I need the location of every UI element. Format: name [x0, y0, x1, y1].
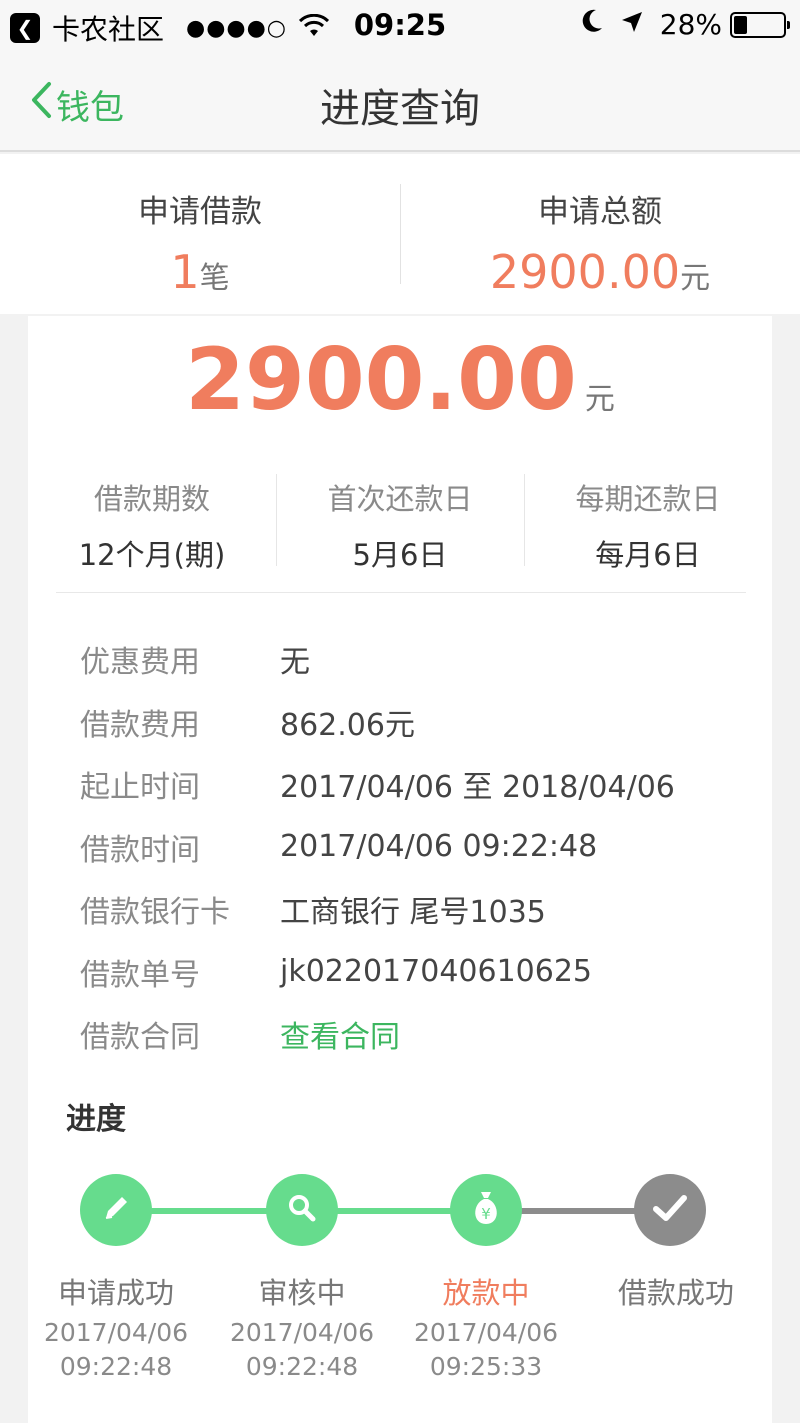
step-date: 2017/04/06	[43, 1318, 189, 1347]
summary-count-value: 1	[170, 245, 200, 299]
term-monthly-repayment: 每期还款日 每月6日	[524, 474, 772, 572]
page-title: 进度查询	[320, 86, 480, 132]
view-contract-link[interactable]: 查看合同	[280, 1012, 400, 1056]
step-node-review	[266, 1174, 338, 1246]
detail-row: 借款费用 862.06元	[80, 691, 740, 754]
detail-value: 无	[280, 645, 310, 681]
status-right: 28%	[580, 8, 790, 41]
summary-count: 申请借款 1笔	[0, 154, 400, 314]
detail-value: 工商银行 尾号1035	[280, 895, 546, 931]
summary-total-unit: 元	[680, 261, 711, 296]
progress-tracker: ¥ 申请成功 审核中 放款中 借款成功 2017/04/06 09:22:48 …	[28, 1174, 772, 1414]
term-value: 每月6日	[595, 538, 701, 572]
summary-total-value: 2900.00	[489, 245, 681, 299]
term-period: 借款期数 12个月(期)	[28, 474, 276, 572]
detail-label: 借款费用	[80, 707, 200, 743]
detail-label: 借款单号	[80, 957, 200, 993]
progress-title: 进度	[66, 1102, 126, 1137]
term-first-repayment: 首次还款日 5月6日	[276, 474, 524, 572]
contract-row: 借款合同 查看合同	[80, 1003, 740, 1066]
divider	[56, 592, 746, 593]
detail-row: 借款银行卡 工商银行 尾号1035	[80, 878, 740, 941]
term-value: 5月6日	[352, 538, 448, 572]
step-label-success: 借款成功	[617, 1276, 734, 1310]
loan-amount-unit: 元	[584, 382, 615, 417]
detail-row: 起止时间 2017/04/06 至 2018/04/06	[80, 753, 740, 816]
loan-details: 优惠费用 无 借款费用 862.06元 起止时间 2017/04/06 至 20…	[80, 628, 740, 1066]
nav-bar: 钱包 进度查询	[0, 52, 800, 152]
step-label-apply: 申请成功	[57, 1276, 174, 1310]
summary-count-label: 申请借款	[138, 194, 262, 230]
term-label: 每期还款日	[575, 482, 721, 516]
detail-value: jk022017040610625	[280, 954, 593, 990]
summary-panel: 申请借款 1笔 申请总额 2900.00元	[0, 154, 800, 314]
detail-label: 优惠费用	[80, 645, 200, 681]
contract-label: 借款合同	[80, 1020, 200, 1056]
detail-row: 借款时间 2017/04/06 09:22:48	[80, 816, 740, 879]
term-value: 12个月(期)	[78, 538, 226, 572]
summary-total: 申请总额 2900.00元	[400, 154, 800, 314]
detail-value: 862.06元	[280, 707, 415, 743]
summary-count-unit: 笔	[199, 261, 230, 296]
term-label: 首次还款日	[327, 482, 473, 516]
detail-label: 借款时间	[80, 832, 200, 868]
battery-percent: 28%	[659, 8, 722, 41]
step-label-disburse: 放款中	[442, 1276, 530, 1310]
moon-icon	[580, 8, 604, 41]
step-date: 2017/04/06	[413, 1318, 559, 1347]
loan-card: 2900.00 元 借款期数 12个月(期) 首次还款日 5月6日 每期还款日 每…	[28, 316, 772, 1423]
money-bag-icon: ¥	[467, 1188, 505, 1232]
step-label-review: 审核中	[258, 1276, 346, 1310]
loan-terms: 借款期数 12个月(期) 首次还款日 5月6日 每期还款日 每月6日	[28, 474, 772, 572]
pencil-icon	[98, 1190, 134, 1230]
magnifier-icon	[284, 1190, 320, 1230]
step-date: 2017/04/06	[229, 1318, 375, 1347]
loan-amount-value: 2900.00	[185, 330, 577, 430]
detail-row: 优惠费用 无	[80, 628, 740, 691]
loan-amount: 2900.00 元	[28, 330, 772, 430]
svg-text:¥: ¥	[481, 1205, 491, 1223]
location-arrow-icon	[620, 8, 644, 41]
step-clock: 09:22:48	[245, 1352, 359, 1381]
checkmark-icon	[650, 1190, 690, 1230]
detail-label: 借款银行卡	[80, 895, 230, 931]
status-bar: ❮ 卡农社区 ●●●●○ 09:25 28%	[0, 0, 800, 52]
summary-count-value-wrap: 1笔	[0, 245, 400, 299]
step-clock: 09:22:48	[59, 1352, 173, 1381]
step-node-disburse: ¥	[450, 1174, 522, 1246]
detail-row: 借款单号 jk022017040610625	[80, 941, 740, 1004]
step-time-disburse: 2017/04/06 09:25:33	[391, 1316, 581, 1384]
detail-label: 起止时间	[80, 770, 200, 806]
detail-value: 2017/04/06 至 2018/04/06	[280, 770, 675, 806]
battery-icon	[730, 11, 790, 38]
summary-total-value-wrap: 2900.00元	[400, 245, 800, 299]
detail-value: 2017/04/06 09:22:48	[280, 829, 598, 865]
step-time-review: 2017/04/06 09:22:48	[207, 1316, 397, 1384]
term-label: 借款期数	[93, 482, 210, 516]
step-clock: 09:25:33	[429, 1352, 543, 1381]
summary-total-label: 申请总额	[538, 194, 662, 230]
step-node-apply	[80, 1174, 152, 1246]
battery-fill	[734, 15, 747, 34]
step-node-success	[634, 1174, 706, 1246]
step-time-apply: 2017/04/06 09:22:48	[21, 1316, 211, 1384]
